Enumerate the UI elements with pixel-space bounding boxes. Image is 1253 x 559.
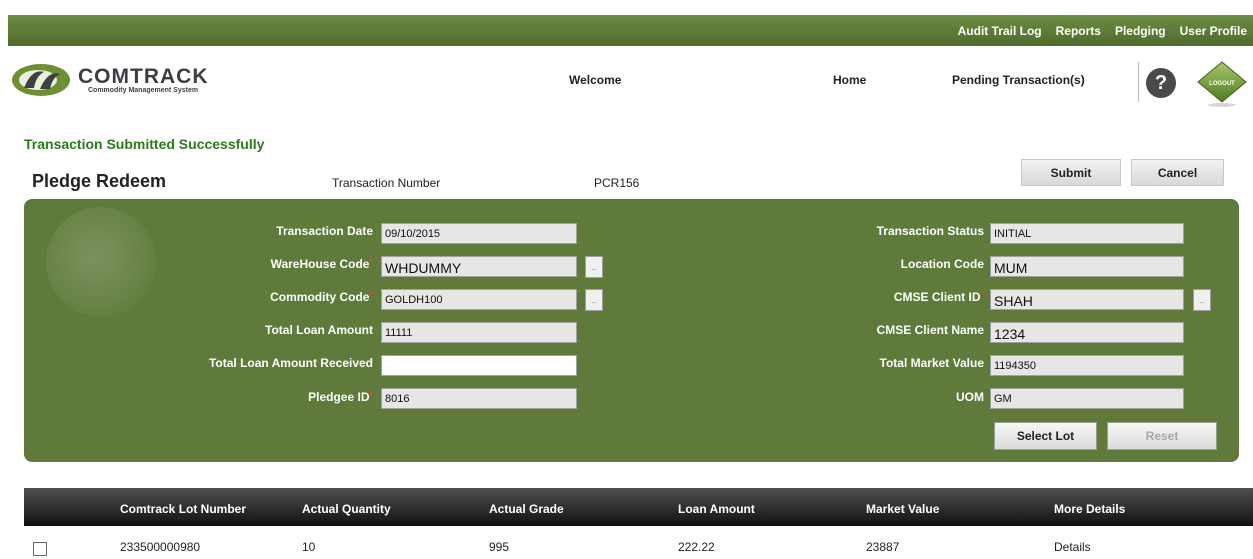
nav-audit-trail-log[interactable]: Audit Trail Log xyxy=(958,24,1042,38)
logout-label: LOGOUT xyxy=(1209,81,1235,87)
cmse-client-name-field[interactable]: 1234 xyxy=(990,322,1184,343)
total-market-value-field[interactable]: 1194350 xyxy=(990,355,1184,376)
transaction-status-field[interactable]: INITIAL xyxy=(990,223,1184,244)
location-code-field[interactable]: MUM xyxy=(990,256,1184,277)
table-row: 233500000980 10 995 222.22 23887 Details xyxy=(24,526,1253,559)
top-nav-bar: Audit Trail Log Reports Pledging User Pr… xyxy=(8,15,1253,46)
pending-transactions-link[interactable]: Pending Transaction(s) xyxy=(952,73,1085,87)
transaction-date-field[interactable]: 09/10/2015 xyxy=(381,223,577,244)
logout-icon[interactable]: LOGOUT xyxy=(1196,60,1248,108)
column-header: Market Value xyxy=(866,502,940,516)
uom-field[interactable]: GM xyxy=(990,388,1184,409)
transaction-number-value: PCR156 xyxy=(594,176,640,190)
market-value-cell: 23887 xyxy=(866,540,900,554)
lot-number-cell: 233500000980 xyxy=(120,540,201,554)
column-header: Loan Amount xyxy=(678,502,755,516)
warehouse-lookup-button[interactable]: .. xyxy=(585,256,603,278)
cmse-client-lookup-button[interactable]: .. xyxy=(1193,289,1211,311)
actual-grade-cell: 995 xyxy=(489,540,510,554)
cancel-button[interactable]: Cancel xyxy=(1131,159,1224,186)
commodity-lookup-button[interactable]: .. xyxy=(585,289,603,311)
help-icon[interactable]: ? xyxy=(1146,68,1176,98)
reset-button[interactable]: Reset xyxy=(1107,422,1217,450)
nav-user-profile[interactable]: User Profile xyxy=(1180,24,1247,38)
logo-emblem-icon xyxy=(10,62,72,98)
submit-button[interactable]: Submit xyxy=(1021,159,1121,186)
total-loan-amount-label: Total Loan Amount xyxy=(265,323,373,337)
column-header: Actual Grade xyxy=(489,502,564,516)
warehouse-code-field[interactable]: WHDUMMY xyxy=(381,256,577,277)
total-loan-amount-received-field[interactable] xyxy=(381,355,577,376)
transaction-number-label: Transaction Number xyxy=(332,176,441,190)
column-header: Actual Quantity xyxy=(302,502,391,516)
total-market-value-label: Total Market Value xyxy=(879,356,984,370)
transaction-status-label: Transaction Status xyxy=(876,224,984,238)
nav-pledging[interactable]: Pledging xyxy=(1115,24,1166,38)
cmse-client-id-label: CMSE Client ID* xyxy=(893,290,984,304)
column-header: More Details xyxy=(1054,502,1126,516)
commodity-code-label: Commodity Code* xyxy=(270,290,373,304)
nav-reports[interactable]: Reports xyxy=(1056,24,1101,38)
location-code-label: Location Code xyxy=(900,257,984,271)
transaction-date-label: Transaction Date xyxy=(276,224,373,238)
details-link[interactable]: Details xyxy=(1054,540,1091,554)
comtrack-logo[interactable]: COMTRACK Commodity Management System xyxy=(10,62,208,98)
pledgee-id-field[interactable]: 8016 xyxy=(381,388,577,409)
logo-name: COMTRACK xyxy=(78,64,209,88)
row-select-checkbox[interactable] xyxy=(33,542,47,556)
total-loan-amount-received-label: Total Loan Amount Received xyxy=(208,356,373,370)
home-link[interactable]: Home xyxy=(833,73,866,87)
select-lot-button[interactable]: Select Lot xyxy=(994,422,1097,450)
column-header: Comtrack Lot Number xyxy=(120,502,247,516)
warehouse-code-label: WareHouse Code* xyxy=(270,257,373,271)
success-message: Transaction Submitted Successfully xyxy=(24,136,265,152)
pledge-form-panel: Transaction Date 09/10/2015 WareHouse Co… xyxy=(24,199,1239,462)
logo-tagline: Commodity Management System xyxy=(88,86,199,94)
commodity-code-field[interactable]: GOLDH100 xyxy=(381,289,577,310)
cmse-client-name-label: CMSE Client Name xyxy=(876,323,984,337)
cmse-client-id-field[interactable]: SHAH xyxy=(990,289,1184,310)
lot-table-header: Comtrack Lot Number Actual Quantity Actu… xyxy=(24,488,1253,526)
welcome-label: Welcome xyxy=(569,73,622,87)
loan-amount-cell: 222.22 xyxy=(678,540,715,554)
header-divider xyxy=(1138,62,1139,102)
page-title: Pledge Redeem xyxy=(32,171,167,191)
pledgee-id-label: Pledgee ID* xyxy=(308,390,373,404)
actual-quantity-cell: 10 xyxy=(302,540,316,554)
magnifier-watermark-icon xyxy=(46,207,156,317)
uom-label: UOM xyxy=(956,390,984,404)
total-loan-amount-field[interactable]: 11111 xyxy=(381,322,577,343)
